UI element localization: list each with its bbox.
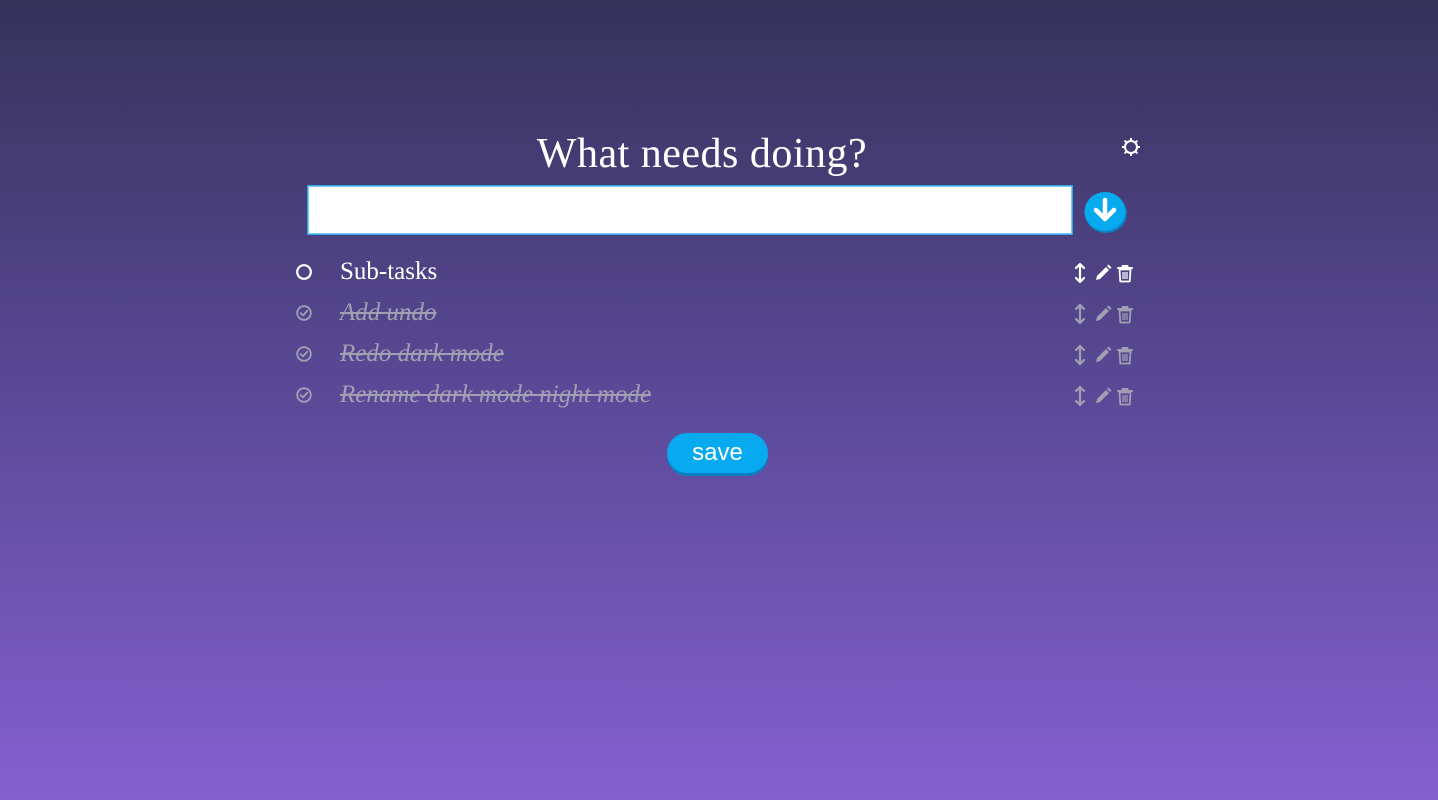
check-circle-icon[interactable] <box>295 386 313 404</box>
arrow-down-circle-icon[interactable] <box>1084 191 1128 233</box>
reorder-icon[interactable] <box>1073 262 1087 284</box>
check-circle-icon[interactable] <box>295 304 313 322</box>
task-actions <box>1073 384 1134 408</box>
trash-icon[interactable] <box>1116 346 1134 365</box>
task-label[interactable]: Rename dark mode night mode <box>340 377 651 413</box>
task-label[interactable]: Redo dark mode <box>340 336 504 372</box>
reorder-icon[interactable] <box>1073 303 1087 325</box>
task-list: Sub-tasks Add undo Redo dark mode Rename… <box>290 252 1150 416</box>
task-actions <box>1073 261 1134 285</box>
task-item: Rename dark mode night mode <box>290 375 1150 416</box>
trash-icon[interactable] <box>1116 264 1134 283</box>
task-item: Redo dark mode <box>290 334 1150 375</box>
task-item: Sub-tasks <box>290 252 1150 293</box>
pencil-icon[interactable] <box>1094 264 1112 282</box>
task-label[interactable]: Add undo <box>340 295 437 331</box>
task-actions <box>1073 302 1134 326</box>
trash-icon[interactable] <box>1116 305 1134 324</box>
pencil-icon[interactable] <box>1094 387 1112 405</box>
new-task-form <box>307 185 1073 235</box>
gear-icon[interactable] <box>1119 135 1143 159</box>
unchecked-circle-icon[interactable] <box>295 263 313 281</box>
trash-icon[interactable] <box>1116 387 1134 406</box>
pencil-icon[interactable] <box>1094 346 1112 364</box>
reorder-icon[interactable] <box>1073 385 1087 407</box>
task-item: Add undo <box>290 293 1150 334</box>
task-label[interactable]: Sub-tasks <box>340 254 437 290</box>
reorder-icon[interactable] <box>1073 344 1087 366</box>
new-task-input[interactable] <box>307 185 1073 235</box>
task-actions <box>1073 343 1134 367</box>
check-circle-icon[interactable] <box>295 345 313 363</box>
page-title: What needs doing? <box>536 131 868 177</box>
save-button[interactable]: save <box>667 433 768 473</box>
pencil-icon[interactable] <box>1094 305 1112 323</box>
